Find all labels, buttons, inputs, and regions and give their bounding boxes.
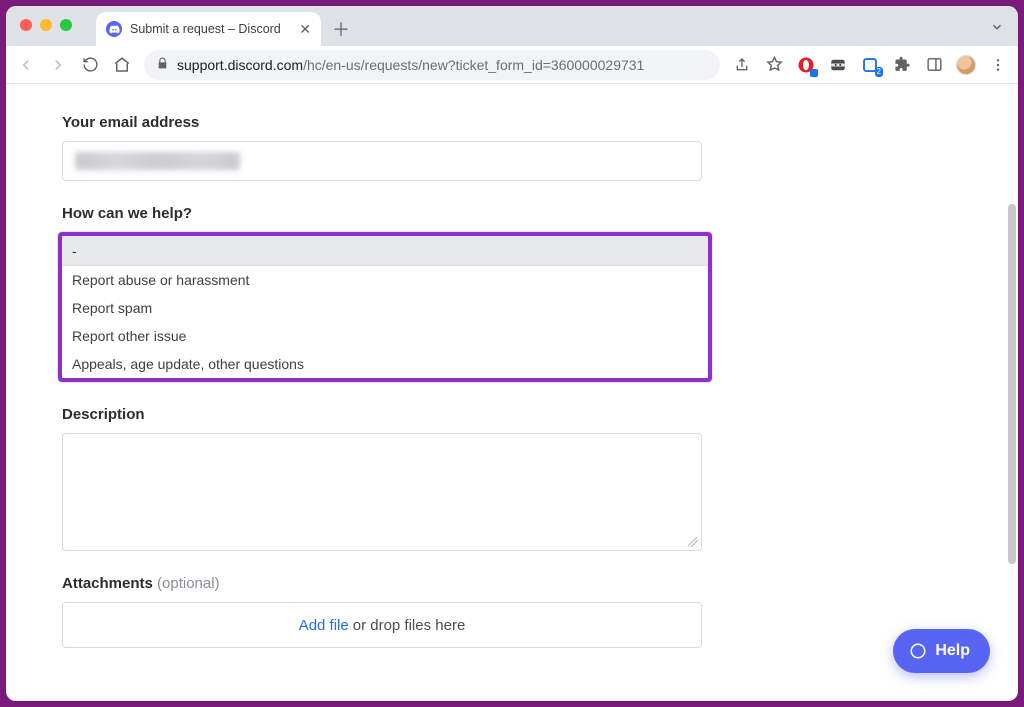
- window-close-icon[interactable]: [20, 19, 32, 31]
- request-form: Your email address How can we help? - Re…: [6, 84, 766, 701]
- lock-icon: [156, 57, 169, 73]
- extension-badge-icon[interactable]: 2: [860, 55, 880, 75]
- extension-opera-icon[interactable]: [796, 55, 816, 75]
- help-dropdown-highlighted: - Report abuse or harassment Report spam…: [58, 232, 712, 382]
- tabs-overflow-icon[interactable]: [990, 20, 1004, 39]
- bookmark-star-icon[interactable]: [764, 55, 784, 75]
- extension-badge-count: 2: [875, 67, 883, 77]
- description-group: Description: [62, 406, 766, 551]
- tab-close-icon[interactable]: ✕: [299, 21, 311, 38]
- discord-favicon-icon: [106, 21, 122, 37]
- description-textarea[interactable]: [62, 433, 702, 551]
- window-minimize-icon[interactable]: [40, 19, 52, 31]
- tab-strip: Submit a request – Discord ✕ ＋: [6, 6, 1018, 46]
- scrollbar-thumb[interactable]: [1008, 204, 1016, 564]
- browser-tab[interactable]: Submit a request – Discord ✕: [96, 12, 321, 46]
- help-label: How can we help?: [62, 205, 766, 222]
- new-tab-button[interactable]: ＋: [327, 15, 355, 43]
- extensions-puzzle-icon[interactable]: [892, 55, 912, 75]
- window-controls: [20, 19, 72, 31]
- help-group: How can we help? - Report abuse or haras…: [62, 205, 766, 382]
- browser-window: Submit a request – Discord ✕ ＋ support.d…: [6, 6, 1018, 701]
- toolbar-right: 2: [732, 55, 1008, 75]
- email-group: Your email address: [62, 114, 766, 181]
- url-text: support.discord.com/hc/en-us/requests/ne…: [177, 57, 644, 73]
- email-label: Your email address: [62, 114, 766, 131]
- attachments-label: Attachments (optional): [62, 575, 766, 592]
- dropdown-list: Report abuse or harassment Report spam R…: [62, 266, 708, 378]
- drop-hint: or drop files here: [353, 617, 466, 634]
- dropdown-option[interactable]: Report abuse or harassment: [62, 266, 708, 294]
- share-icon[interactable]: [732, 55, 752, 75]
- attachments-dropzone[interactable]: Add file or drop files here: [62, 602, 702, 648]
- help-widget-label: Help: [935, 642, 970, 660]
- page-viewport: Your email address How can we help? - Re…: [6, 84, 1018, 701]
- side-panel-icon[interactable]: [924, 55, 944, 75]
- profile-avatar[interactable]: [956, 55, 976, 75]
- email-input[interactable]: [62, 141, 702, 181]
- dropdown-option[interactable]: Report spam: [62, 294, 708, 322]
- help-widget-button[interactable]: Help: [893, 629, 990, 673]
- dropdown-option[interactable]: Report other issue: [62, 322, 708, 350]
- attachments-group: Attachments (optional) Add file or drop …: [62, 575, 766, 648]
- forward-icon[interactable]: [48, 55, 68, 75]
- dropdown-option[interactable]: Appeals, age update, other questions: [62, 350, 708, 378]
- extension-ninja-icon[interactable]: [828, 55, 848, 75]
- tab-title: Submit a request – Discord: [130, 22, 281, 36]
- redacted-email: [75, 152, 240, 170]
- reload-icon[interactable]: [80, 55, 100, 75]
- address-bar[interactable]: support.discord.com/hc/en-us/requests/ne…: [144, 50, 720, 80]
- back-icon[interactable]: [16, 55, 36, 75]
- add-file-link[interactable]: Add file: [299, 617, 349, 634]
- help-circle-icon: [909, 642, 927, 660]
- window-zoom-icon[interactable]: [60, 19, 72, 31]
- browser-toolbar: support.discord.com/hc/en-us/requests/ne…: [6, 46, 1018, 84]
- dropdown-selected[interactable]: -: [62, 236, 708, 266]
- home-icon[interactable]: [112, 55, 132, 75]
- kebab-menu-icon[interactable]: [988, 55, 1008, 75]
- description-label: Description: [62, 406, 766, 423]
